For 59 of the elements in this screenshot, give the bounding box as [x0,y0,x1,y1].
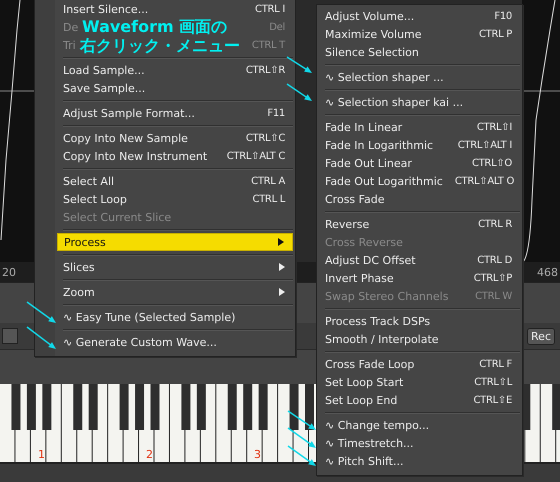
menu-item[interactable]: ∿ Easy Tune (Selected Sample) [57,308,293,326]
submenu-arrow-icon [279,288,285,296]
menu-item[interactable]: Fade In Logarithmic CTRL⇧ALT I [319,136,520,154]
submenu-arrow-icon [278,238,284,246]
menu-item[interactable]: Silence Selection [319,43,520,61]
menu-item[interactable]: Maximize Volume CTRL P [319,25,520,43]
menu-item[interactable]: Zoom [57,283,293,301]
menu-item[interactable]: Cross Fade Loop CTRL F [319,355,520,373]
menu-item-label: De [63,20,78,34]
menu-item[interactable]: ∿ Selection shaper ... [319,68,520,86]
menu-item[interactable]: Slices [57,258,293,276]
menu-item[interactable]: Copy Into New Sample CTRL⇧C [57,129,293,147]
menu-item[interactable]: ∿ Selection shaper kai ... [319,93,520,111]
shortcut-label: CTRL T [252,40,285,50]
annotation-arrow [288,427,316,448]
menu-item[interactable]: Invert Phase CTRL⇧P [319,269,520,287]
octave-label: 3 [254,448,261,461]
octave-label: 1 [38,448,45,461]
annotation-arrow [286,83,312,101]
annotation-text: 右クリック・メニュー [80,36,240,55]
shortcut-label: Del [269,22,285,32]
menu-item[interactable]: Copy Into New Instrument CTRL⇧ALT C [57,147,293,165]
annotation-arrow [26,326,56,349]
menu-item[interactable]: Fade In Linear CTRL⇧I [319,118,520,136]
annotation-arrow [288,445,316,466]
ruler-label: 20 [2,266,16,278]
menu-item[interactable]: Fade Out Linear CTRL⇧O [319,154,520,172]
menu-item[interactable]: Process [57,233,293,251]
menu-item-label: Tri [63,38,76,52]
menu-item[interactable]: Load Sample... CTRL⇧R [57,61,293,79]
annotation-arrow [26,301,56,323]
annotation-arrow [288,410,316,430]
menu-item[interactable]: Insert Silence... CTRL I [57,0,293,18]
menu-item[interactable]: Smooth / Interpolate [319,330,520,348]
menu-item-label: Swap Stereo Channels [325,290,448,302]
menu-item[interactable]: ∿ Timestretch... [319,434,520,452]
toolbar-icon[interactable] [2,328,18,344]
menu-item[interactable]: Select Loop CTRL L [57,190,293,208]
menu-item-label: Cross Reverse [325,236,403,248]
menu-item[interactable]: Adjust DC Offset CTRL D [319,251,520,269]
menu-item[interactable]: Save Sample... [57,79,293,97]
shortcut-label: CTRL W [475,290,512,302]
menu-item[interactable]: Set Loop End CTRL⇧E [319,391,520,409]
menu-item[interactable]: Process Track DSPs [319,312,520,330]
menu-item[interactable]: Select All CTRL A [57,172,293,190]
menu-item[interactable]: Adjust Volume... F10 [319,7,520,25]
menu-item[interactable]: Reverse CTRL R [319,215,520,233]
menu-item[interactable]: Cross Fade [319,190,520,208]
menu-item[interactable]: Adjust Sample Format... F11 [57,104,293,122]
rec-button[interactable]: Rec [527,328,555,344]
annotation-text: Waveform 画面の [82,17,228,36]
submenu-arrow-icon [279,263,285,271]
annotation-arrow [286,56,312,73]
menu-item[interactable]: ∿ Change tempo... [319,416,520,434]
menu-item-label: Select Current Slice [63,210,172,224]
ruler-label: 468 [537,266,558,278]
menu-item[interactable]: Fade Out Logarithmic CTRL⇧ALT O [319,172,520,190]
menu-item[interactable]: ∿ Generate Custom Wave... [57,333,293,351]
octave-label: 2 [146,448,153,461]
